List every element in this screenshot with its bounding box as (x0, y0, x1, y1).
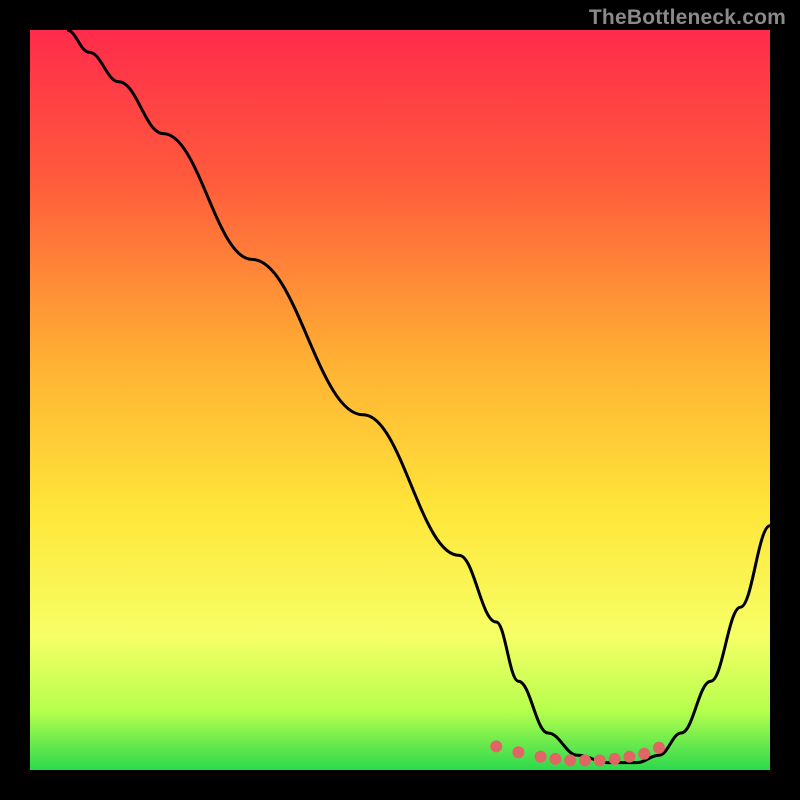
trough-dot (579, 754, 591, 766)
trough-dot (512, 746, 524, 758)
trough-dot (653, 742, 665, 754)
chart-svg (30, 30, 770, 770)
watermark-text: TheBottleneck.com (589, 6, 786, 30)
trough-dot (623, 751, 635, 763)
plot-area (30, 30, 770, 770)
chart-frame: TheBottleneck.com (0, 0, 800, 800)
trough-dot (594, 754, 606, 766)
trough-dot (490, 740, 502, 752)
trough-dot (638, 748, 650, 760)
gradient-background (30, 30, 770, 770)
trough-dot (535, 751, 547, 763)
trough-dot (549, 753, 561, 765)
trough-dot (609, 753, 621, 765)
trough-dot (564, 754, 576, 766)
